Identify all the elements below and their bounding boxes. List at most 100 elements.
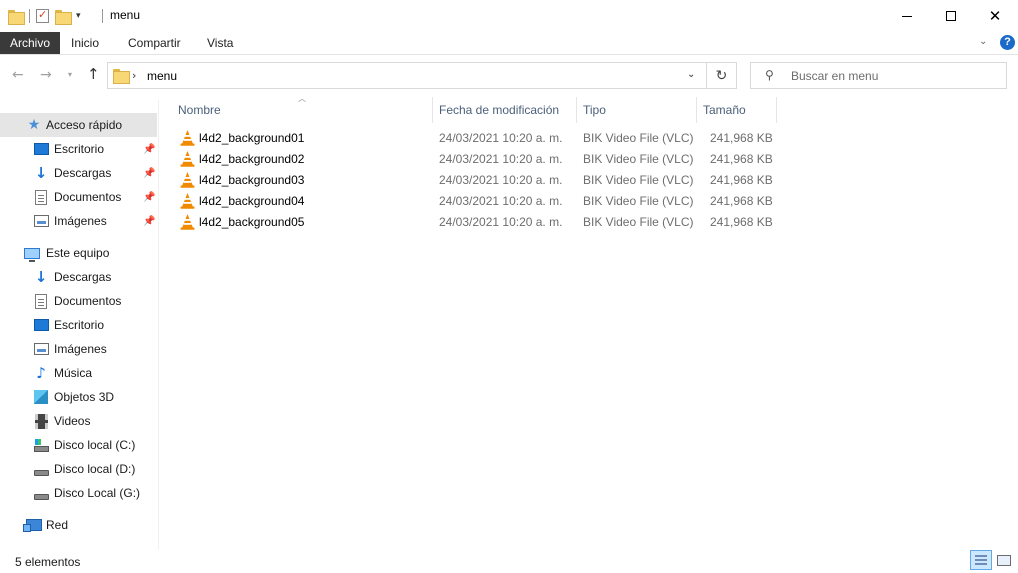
vlc-file-icon [180,214,195,230]
pin-icon[interactable]: 📌 [143,144,155,155]
sidebar-item-disco-d[interactable]: Disco local (D:) [0,457,157,481]
new-folder-icon[interactable] [55,9,72,25]
properties-icon[interactable] [36,8,49,23]
sidebar-item-descargas-pc[interactable]: ↓ Descargas [0,265,157,289]
file-row[interactable]: l4d2_background05 24/03/2021 10:20 a. m.… [170,212,780,233]
sidebar-item-videos[interactable]: Videos [0,409,157,433]
sidebar-item-label: Música [54,366,93,380]
documents-icon [33,189,49,205]
sidebar-item-objetos-3d[interactable]: Objetos 3D [0,385,157,409]
minimize-button[interactable] [884,0,930,32]
star-icon: ★ [27,117,41,133]
maximize-icon [946,11,956,21]
sidebar-item-label: Este equipo [46,246,110,260]
file-date: 24/03/2021 10:20 a. m. [439,173,563,187]
address-bar[interactable]: › menu ⌄ [107,62,707,89]
maximize-button[interactable] [928,0,974,32]
search-placeholder: Buscar en menu [791,69,879,83]
column-divider[interactable] [696,97,697,123]
sidebar-item-documentos-pc[interactable]: Documentos [0,289,157,313]
sidebar-item-documentos[interactable]: Documentos 📌 [0,185,157,209]
sidebar-item-musica[interactable]: ♪ Música [0,361,157,385]
chevron-down-icon[interactable]: ⌄ [687,69,695,80]
computer-icon [24,245,40,262]
folder-icon [113,69,130,84]
drive-icon [33,465,49,481]
search-icon: ⚲ [765,68,774,82]
videos-icon [33,413,49,429]
sidebar-item-imagenes-pc[interactable]: Imágenes [0,337,157,361]
file-name: l4d2_background02 [199,152,305,166]
sidebar-item-label: Descargas [54,270,112,284]
column-header-tamano[interactable]: Tamaño [703,97,746,123]
sidebar-item-label: Descargas [54,166,112,180]
documents-icon [33,293,49,309]
sidebar-item-disco-g[interactable]: Disco Local (G:) [0,481,157,505]
minimize-icon [902,15,912,17]
close-button[interactable]: ✕ [972,0,1018,32]
column-divider[interactable] [576,97,577,123]
refresh-button[interactable]: ↻ [707,62,737,89]
details-view-button[interactable] [970,550,992,570]
drive-c-icon [33,439,49,457]
file-name: l4d2_background03 [199,173,305,187]
file-type: BIK Video File (VLC) [583,152,694,166]
status-item-count: 5 elementos [15,555,81,569]
file-type: BIK Video File (VLC) [583,173,694,187]
up-arrow-icon[interactable]: ↑ [87,65,100,83]
vlc-file-icon [180,130,195,146]
details-view-icon [975,555,987,565]
chevron-right-icon[interactable]: › [132,69,136,82]
file-row[interactable]: l4d2_background02 24/03/2021 10:20 a. m.… [170,149,780,170]
file-date: 24/03/2021 10:20 a. m. [439,152,563,166]
expand-ribbon-icon[interactable]: ⌄ [979,36,987,47]
tab-vista[interactable]: Vista [193,32,247,54]
large-icons-view-button[interactable] [995,552,1013,568]
file-date: 24/03/2021 10:20 a. m. [439,194,563,208]
column-divider[interactable] [776,97,777,123]
sidebar-item-acceso-rapido[interactable]: ★ Acceso rápido [0,113,157,137]
divider [102,9,103,23]
sidebar-item-label: Red [46,518,69,532]
pin-icon[interactable]: 📌 [143,168,155,179]
column-divider[interactable] [432,97,433,123]
column-header-fecha[interactable]: Fecha de modificación [439,97,559,123]
desktop-icon [33,317,49,333]
close-icon: ✕ [988,7,1002,25]
breadcrumb[interactable]: menu [147,69,177,83]
forward-arrow-icon[interactable]: → [40,67,52,83]
sidebar-item-imagenes[interactable]: Imágenes 📌 [0,209,157,233]
tab-inicio[interactable]: Inicio [57,32,113,54]
sidebar-item-label: Imágenes [54,342,107,356]
sidebar-item-descargas[interactable]: ↓ Descargas 📌 [0,161,157,185]
tab-archivo[interactable]: Archivo [0,32,61,54]
tab-compartir[interactable]: Compartir [114,32,195,54]
window-title: menu [110,8,141,22]
ribbon-tabs: Archivo Inicio Compartir Vista ⌄ [0,32,1018,55]
customize-toolbar-icon[interactable]: ▾ [76,11,81,21]
sidebar-item-label: Acceso rápido [46,118,123,132]
sidebar-item-escritorio-pc[interactable]: Escritorio [0,313,157,337]
sidebar-item-escritorio[interactable]: Escritorio 📌 [0,137,157,161]
file-row[interactable]: l4d2_background03 24/03/2021 10:20 a. m.… [170,170,780,191]
sidebar-item-label: Objetos 3D [54,390,115,404]
recent-locations-icon[interactable]: ▾ [68,70,72,79]
file-size: 241,968 KB [710,194,773,208]
column-header-nombre[interactable]: Nombre [178,97,221,123]
sort-ascending-icon: ︿ [298,94,306,103]
sidebar-item-red[interactable]: Red [0,513,157,537]
sidebar-item-disco-c[interactable]: Disco local (C:) [0,433,157,457]
search-input[interactable]: ⚲ Buscar en menu [750,62,1007,89]
file-row[interactable]: l4d2_background01 24/03/2021 10:20 a. m.… [170,128,780,149]
pin-icon[interactable]: 📌 [143,192,155,203]
navigation-pane: ★ Acceso rápido Escritorio 📌 ↓ Descargas… [0,100,159,550]
help-icon[interactable]: ? [1000,35,1015,50]
file-date: 24/03/2021 10:20 a. m. [439,131,563,145]
file-row[interactable]: l4d2_background04 24/03/2021 10:20 a. m.… [170,191,780,212]
pin-icon[interactable]: 📌 [143,216,155,227]
back-arrow-icon[interactable]: ← [12,67,24,83]
vlc-file-icon [180,151,195,167]
file-type: BIK Video File (VLC) [583,194,694,208]
column-header-tipo[interactable]: Tipo [583,97,606,123]
sidebar-item-este-equipo[interactable]: Este equipo [0,241,157,265]
